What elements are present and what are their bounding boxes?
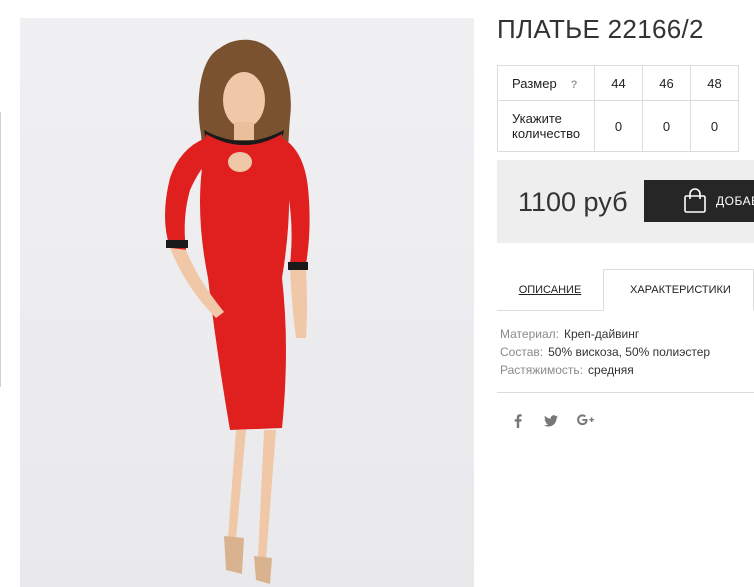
spec-material: Материал: Креп-дайвинг <box>500 325 710 343</box>
add-to-cart-label: ДОБАВ <box>716 194 754 208</box>
size-help-icon[interactable]: ? <box>571 79 578 91</box>
product-title: ПЛАТЬЕ 22166/2 <box>497 14 704 44</box>
size-label-cell: Размер? <box>497 65 595 101</box>
size-48: 48 <box>690 65 739 101</box>
facebook-icon[interactable] <box>513 414 523 433</box>
size-row: Размер? 44 46 48 <box>497 65 739 101</box>
tab-characteristics-label: ХАРАКТЕРИСТИКИ <box>630 284 731 296</box>
spec-key: Растяжимость: <box>500 363 584 377</box>
product-photo[interactable] <box>20 18 474 587</box>
specifications-list: Материал: Креп-дайвинг Состав: 50% вискоза… <box>500 325 710 379</box>
quantity-input-44[interactable]: 0 <box>594 100 643 152</box>
spec-key: Состав: <box>500 345 544 359</box>
spec-key: Материал: <box>500 327 559 341</box>
size-label: Размер <box>512 75 557 91</box>
shopping-bag-icon <box>684 188 706 213</box>
price-box: 1100 руб ДОБАВ <box>497 160 754 243</box>
divider <box>497 392 754 393</box>
quantity-input-48[interactable]: 0 <box>690 100 739 152</box>
tab-description[interactable]: ОПИСАНИЕ <box>497 269 603 311</box>
size-46: 46 <box>642 65 691 101</box>
dress-illustration <box>165 39 310 584</box>
left-edge-line <box>0 112 1 387</box>
spec-value: 50% вискоза, 50% полиэстер <box>548 345 711 359</box>
spec-value: Креп-дайвинг <box>563 327 640 341</box>
quantity-row: Укажите количество 0 0 0 <box>497 100 739 152</box>
size-44: 44 <box>594 65 643 101</box>
googleplus-icon[interactable] <box>577 413 594 432</box>
spec-value: средняя <box>588 363 634 377</box>
size-quantity-table: Размер? 44 46 48 Укажите количество 0 0 … <box>497 65 739 152</box>
tab-characteristics[interactable]: ХАРАКТЕРИСТИКИ <box>603 269 754 311</box>
quantity-label: Укажите количество <box>497 100 595 152</box>
tab-description-label: ОПИСАНИЕ <box>518 284 582 296</box>
add-to-cart-button[interactable]: ДОБАВ <box>644 180 754 222</box>
spec-stretch: Растяжимость: средняя <box>500 361 710 379</box>
spec-composition: Состав: 50% вискоза, 50% полиэстер <box>500 343 710 361</box>
twitter-icon[interactable] <box>544 414 558 432</box>
price: 1100 руб <box>518 187 628 217</box>
quantity-input-46[interactable]: 0 <box>642 100 691 152</box>
product-tabs: ОПИСАНИЕ ХАРАКТЕРИСТИКИ <box>497 269 754 311</box>
